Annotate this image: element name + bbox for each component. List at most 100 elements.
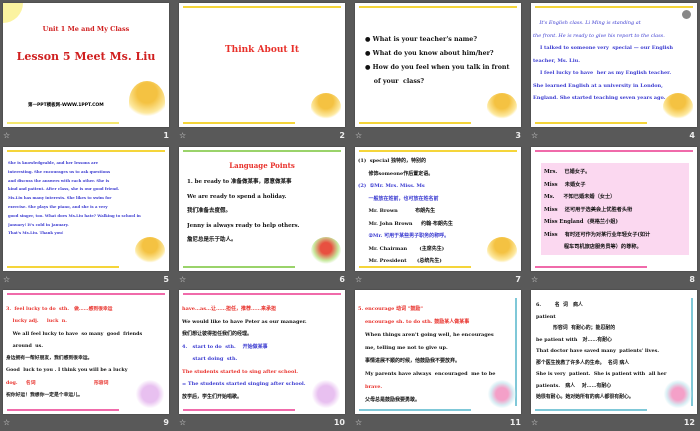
slide-thumbnail-1[interactable]: Unit 1 Me and My Class Lesson 5 Meet Ms.… <box>3 3 169 127</box>
flower-illustration <box>135 380 165 408</box>
slide-bottom-bar <box>7 266 119 268</box>
slide-heading: Language Points <box>229 161 295 170</box>
slide-title: Lesson 5 Meet Ms. Liu <box>16 50 156 63</box>
text-line: She learned English at a university in L… <box>533 82 663 89</box>
slide-thumbnail-3[interactable]: ● What is your teacher's name? ● What do… <box>355 3 521 127</box>
slide-thumbnail-12[interactable]: 6. 名 词 病人 patient 形容词 有耐心的；能忍耐的 be patie… <box>531 290 697 414</box>
flower-illustration <box>311 380 341 408</box>
slide-bottom-bar <box>535 266 647 268</box>
slide-thumbnail-8[interactable]: Mrs. 已婚女子。 Miss 未婚女子 Ms. 不知已婚未婚（女士） Miss… <box>531 147 697 271</box>
slide-number: 6 <box>339 275 345 284</box>
text-line: 6. 名 词 病人 <box>536 302 583 308</box>
text-line: 事情进展不顺的时候，他鼓励我不要放弃。 <box>358 358 460 364</box>
slide-bottom-bar <box>7 122 119 124</box>
girl-illustration <box>311 93 341 121</box>
slide-thumbnail-9[interactable]: 3. feel lucky to do sth. 做……感到很幸运 lucky … <box>3 290 169 414</box>
text-line: My parents have always encouraged me to … <box>358 371 496 377</box>
girl-illustration <box>487 93 517 121</box>
bullet-line: ● What is your teacher's name? <box>365 36 478 43</box>
text-line: teacher, Ms. Liu. <box>533 57 580 64</box>
text-line: We all feel lucky to have so many good f… <box>6 330 143 337</box>
text-line: She is very patient. She is patient with… <box>536 371 667 377</box>
slide-bottom-bar <box>359 122 471 124</box>
slide-top-bar <box>359 150 517 152</box>
text-line: 修饰someone作后置定语。 <box>358 170 434 177</box>
text-line: 5. encourage 动词 "鼓励" <box>358 306 424 312</box>
slide-bottom-bar <box>183 122 295 124</box>
star-icon[interactable]: ☆ <box>531 418 538 427</box>
text-line: 我们准备去度假。 <box>187 208 232 214</box>
slide-thumbnail-2[interactable]: Think About It <box>179 3 345 127</box>
text-line: me, telling me not to give up. <box>358 345 448 351</box>
slide-bottom-bar <box>535 409 647 411</box>
slide-bottom-bar <box>183 266 295 268</box>
star-icon[interactable]: ☆ <box>3 275 10 284</box>
corner-decoration <box>3 3 23 23</box>
slide-thumbnail-6[interactable]: Language Points 1. be ready to 准备做某事，愿意做… <box>179 147 345 271</box>
star-icon[interactable]: ☆ <box>355 418 362 427</box>
star-icon[interactable]: ☆ <box>531 275 538 284</box>
text-line: (2) ①Mr. Mrs. Miss. Ms <box>358 183 425 189</box>
slide-number: 12 <box>683 418 695 427</box>
text-line: Mrs. 已婚女子。 <box>544 169 591 175</box>
slide-number: 8 <box>689 275 695 284</box>
slide-bottom-bar <box>535 122 647 124</box>
text-line: 那个医生挽救了许多人的生命。 名词 病人 <box>536 359 630 366</box>
text-line: 身边拥有一帮好朋友，我们感到很幸运。 <box>6 355 93 362</box>
girl-illustration <box>487 237 517 265</box>
text-line: exercise. She plays the piano, and she i… <box>8 203 108 209</box>
text-line: I talked to someone very special — our E… <box>533 45 673 51</box>
slide-number: 4 <box>689 131 695 140</box>
star-icon[interactable]: ☆ <box>179 131 186 140</box>
slide-thumbnail-11[interactable]: 5. encourage 动词 "鼓励" encourage sh. to do… <box>355 290 521 414</box>
text-line: That's Ms.Liu. Thank you! <box>8 230 64 236</box>
star-icon[interactable]: ☆ <box>179 275 186 284</box>
bullet-line: ● How do you feel when you talk in front <box>365 64 510 71</box>
text-line: and discuss the answers with each other.… <box>8 177 110 183</box>
text-line: (1) special 独特的，特别的 <box>358 158 427 164</box>
slide-thumbnail-10[interactable]: have…as…让……担任，推荐……来承担 We would like to h… <box>179 290 345 414</box>
star-icon[interactable]: ☆ <box>355 275 362 284</box>
slide-number: 1 <box>163 131 169 140</box>
slide-number: 5 <box>163 275 169 284</box>
text-line: I feel lucky to have her as my English t… <box>533 70 672 76</box>
slide-thumbnail-7[interactable]: (1) special 独特的，特别的 修饰someone作后置定语。 (2) … <box>355 147 521 271</box>
slide-top-bar <box>7 293 165 295</box>
star-icon[interactable]: ☆ <box>3 418 10 427</box>
slide-title: Think About It <box>224 45 300 55</box>
text-line: encourage sh. to do sth. 鼓励某人做某事 <box>358 319 470 325</box>
slide-bottom-bar <box>183 409 295 411</box>
text-line: Miss 未婚女子 <box>544 181 586 188</box>
girl-illustration <box>663 93 693 121</box>
slide-thumbnail-4[interactable]: It's English class. Li Ming is standing … <box>531 3 697 127</box>
text-line: Ms.Liu has many interests. She likes to … <box>8 195 112 201</box>
text-line: the front. He is ready to give his repor… <box>533 32 665 39</box>
text-line: That doctor have saved many patients' li… <box>536 348 660 354</box>
text-line: 程车司机旅店服务员等）的尊称。 <box>544 244 642 250</box>
slide-top-bar <box>535 150 693 152</box>
slide-number: 10 <box>333 418 345 427</box>
site-label: 第一PPT模板网-WWW.1PPT.COM <box>28 103 104 108</box>
slide-bottom-bar <box>359 266 471 268</box>
slide-bottom-bar <box>7 409 119 411</box>
text-line: The students started to sing after schoo… <box>182 368 298 375</box>
text-line: It's English class. Li Ming is standing … <box>533 20 641 26</box>
text-line: start doing sth. <box>182 356 238 362</box>
star-icon[interactable]: ☆ <box>3 131 10 140</box>
text-line: Jenny is always ready to help others. <box>187 222 300 229</box>
text-line: kind and patient. After class, she is ou… <box>8 186 120 192</box>
star-icon[interactable]: ☆ <box>355 131 362 140</box>
slide-top-bar <box>183 6 341 8</box>
slide-thumbnail-5[interactable]: She is knowledgeable, and her lessons ar… <box>3 147 169 271</box>
text-line: 形容词 有耐心的；能忍耐的 <box>536 325 616 331</box>
text-line: Miss England (英格兰小姐) <box>544 219 618 225</box>
slide-top-bar <box>183 293 341 295</box>
slide-number: 2 <box>339 131 345 140</box>
text-line: 我们想让彼得担任我们的经理。 <box>182 331 253 337</box>
star-icon[interactable]: ☆ <box>531 131 538 140</box>
text-line: good singer, too. What does Ms.Liu hate?… <box>8 212 141 218</box>
tree-illustration <box>129 81 165 121</box>
star-icon[interactable]: ☆ <box>179 418 186 427</box>
text-line: be patient with 对……有耐心 <box>536 336 612 343</box>
text-line: Miss 还可用于选美会上优胜者头衔 <box>544 206 633 213</box>
